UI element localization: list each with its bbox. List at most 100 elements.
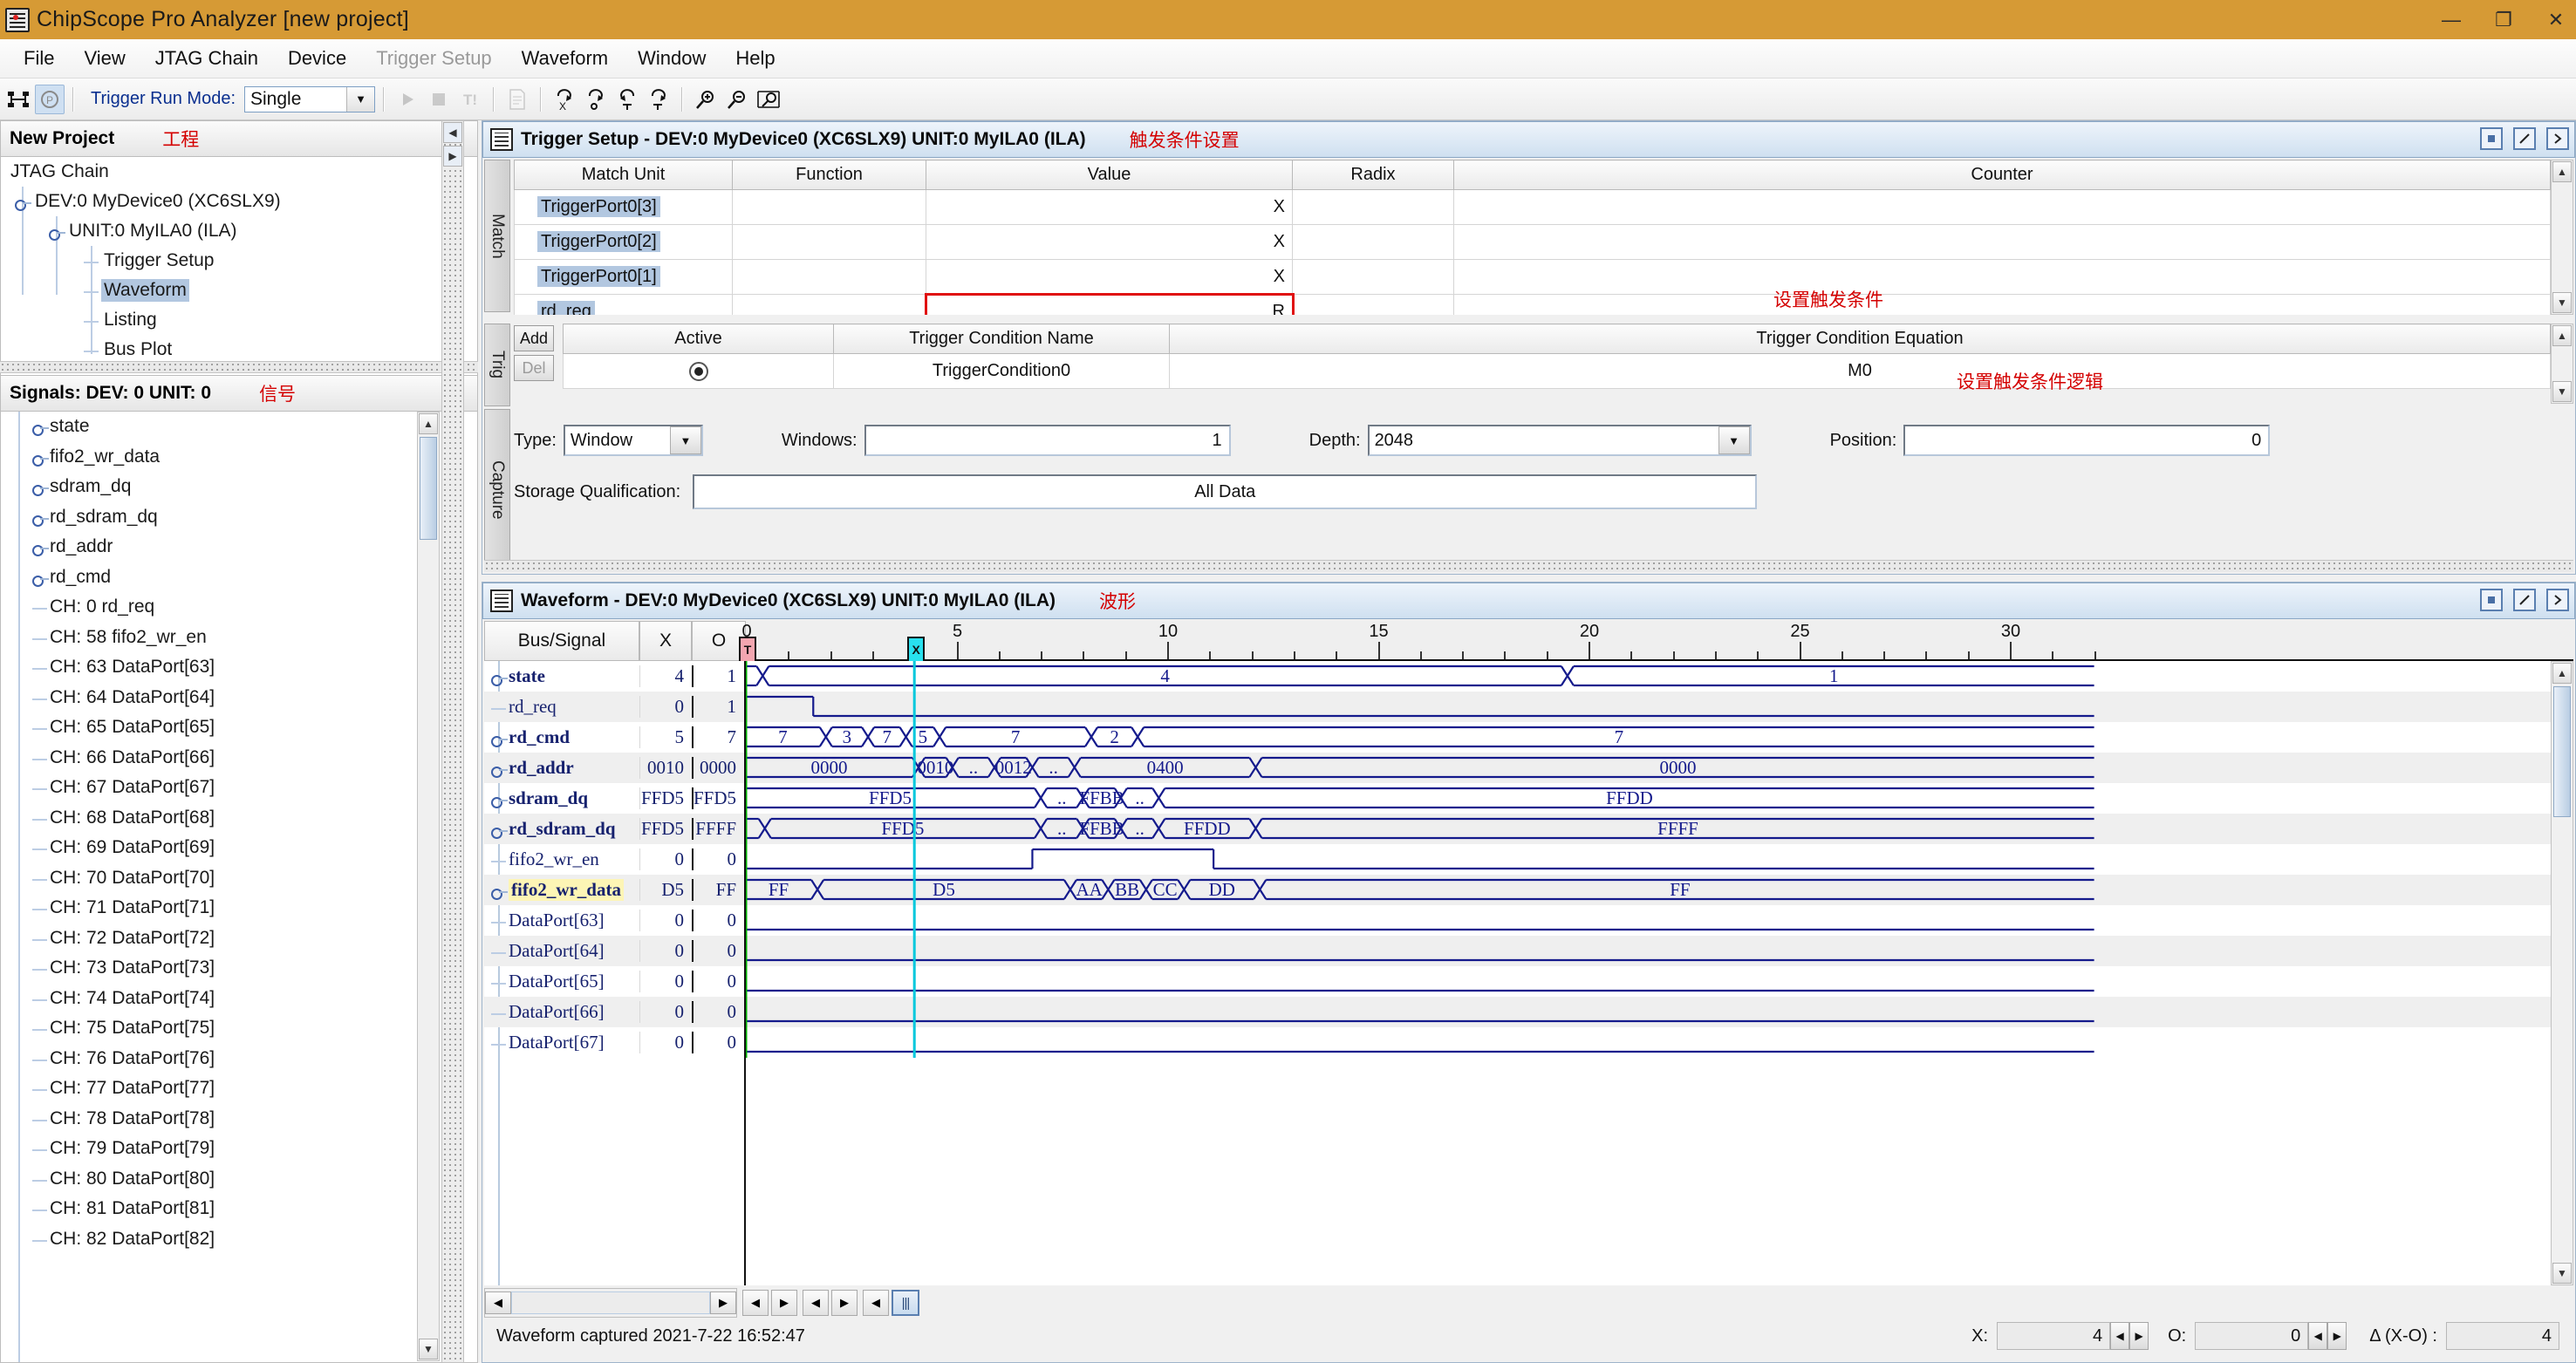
prev-marker-icon[interactable]: ◀ — [863, 1290, 889, 1316]
x-increment-icon[interactable]: ▶ — [2129, 1322, 2149, 1350]
tree-node-waveform[interactable]: Waveform — [1, 276, 477, 305]
run-icon[interactable] — [393, 85, 422, 114]
scroll-down-icon[interactable]: ▼ — [2552, 292, 2572, 313]
signals-list-item[interactable]: CH: 78 DataPort[78] — [1, 1104, 477, 1135]
menu-waveform[interactable]: Waveform — [507, 44, 623, 73]
resync-x-icon[interactable]: X — [550, 85, 579, 114]
next-sample-icon[interactable]: ▶ — [831, 1290, 858, 1316]
marker-bars-icon[interactable]: ||| — [892, 1290, 919, 1316]
project-tree[interactable]: JTAG Chain DEV:0 MyDevice0 (XC6SLX9) UNI… — [0, 157, 478, 375]
zoom-out-icon[interactable] — [722, 85, 752, 114]
tree-node-listing[interactable]: Listing — [1, 305, 477, 335]
signals-list-item[interactable]: state — [1, 412, 477, 442]
menu-window[interactable]: Window — [623, 44, 721, 73]
signals-list-item[interactable]: CH: 67 DataPort[67] — [1, 773, 477, 803]
expand-handle-icon[interactable] — [489, 881, 509, 900]
waveform-signal-row[interactable]: rd_addr00100000 — [484, 753, 744, 783]
trig-table-vscrollbar[interactable]: ▲ ▼ — [2551, 324, 2573, 404]
signals-list-item[interactable]: CH: 79 DataPort[79] — [1, 1134, 477, 1164]
radix-cell[interactable] — [1293, 260, 1454, 295]
match-unit-cell[interactable]: TriggerPort0[2] — [515, 225, 733, 260]
active-radio[interactable] — [689, 362, 708, 381]
depth-combo[interactable]: 2048 ▼ — [1368, 425, 1752, 456]
signals-vscrollbar[interactable]: ▲ ▼ — [417, 412, 440, 1361]
x-cursor-value[interactable]: 4 — [1997, 1322, 2110, 1350]
scroll-thumb[interactable] — [420, 437, 437, 540]
stop-icon[interactable] — [424, 85, 454, 114]
signals-list-item[interactable]: CH: 82 DataPort[82] — [1, 1224, 477, 1255]
x-cursor-spinner[interactable]: ◀ ▶ — [2110, 1322, 2149, 1350]
left-dock-edge-scroll[interactable]: ◀ ▶ — [441, 120, 464, 1363]
listing-icon[interactable] — [502, 85, 532, 114]
expand-handle-icon[interactable] — [489, 820, 509, 839]
signals-list-item[interactable]: fifo2_wr_data — [1, 442, 477, 473]
jtag-chain-icon[interactable] — [3, 85, 33, 114]
pause-icon[interactable]: P — [35, 85, 65, 114]
signals-list-item[interactable]: CH: 74 DataPort[74] — [1, 984, 477, 1014]
match-unit-cell[interactable]: TriggerPort0[3] — [515, 190, 733, 225]
expand-handle-icon[interactable] — [31, 537, 50, 556]
tab-trig[interactable]: Trig — [484, 324, 510, 406]
signals-list-item[interactable]: CH: 75 DataPort[75] — [1, 1013, 477, 1044]
signals-list-item[interactable]: CH: 0 rd_req — [1, 592, 477, 623]
zoom-fit-icon[interactable] — [754, 85, 783, 114]
resync-t-left-icon[interactable] — [612, 85, 642, 114]
signals-list-item[interactable]: CH: 81 DataPort[81] — [1, 1194, 477, 1224]
radix-cell[interactable] — [1293, 295, 1454, 316]
menu-jtag-chain[interactable]: JTAG Chain — [140, 44, 273, 73]
match-unit-cell[interactable]: TriggerPort0[1] — [515, 260, 733, 295]
trigger-panel-splitter[interactable] — [484, 560, 2573, 572]
prev-sample-icon[interactable]: ◀ — [803, 1290, 829, 1316]
counter-cell[interactable] — [1454, 225, 2551, 260]
prev-transition-icon[interactable]: ◀ — [742, 1290, 769, 1316]
left-dock-splitter[interactable] — [0, 361, 478, 373]
match-unit-cell[interactable]: rd_req — [515, 295, 733, 316]
radix-cell[interactable] — [1293, 225, 1454, 260]
function-cell[interactable] — [733, 190, 926, 225]
o-increment-icon[interactable]: ▶ — [2327, 1322, 2347, 1350]
storage-qualification-field[interactable]: All Data — [693, 474, 1757, 509]
tree-node-unit[interactable]: UNIT:0 MyILA0 (ILA) — [1, 216, 477, 246]
tree-node-trigger-setup[interactable]: Trigger Setup — [1, 246, 477, 276]
close-panel-icon[interactable] — [2546, 589, 2569, 611]
signals-list-item[interactable]: CH: 80 DataPort[80] — [1, 1164, 477, 1195]
tab-capture[interactable]: Capture — [484, 409, 510, 570]
table-row[interactable]: TriggerPort0[1] X — [515, 260, 2551, 295]
signals-list-item[interactable]: CH: 64 DataPort[64] — [1, 683, 477, 713]
function-cell[interactable] — [733, 295, 926, 316]
restore-down-icon[interactable] — [2480, 127, 2503, 150]
expand-handle-icon[interactable] — [31, 508, 50, 527]
time-ruler[interactable]: 051015202530TX — [746, 621, 2573, 661]
function-cell[interactable] — [733, 225, 926, 260]
value-cell[interactable]: X — [926, 260, 1293, 295]
counter-cell[interactable] — [1454, 295, 2551, 316]
chevron-down-icon[interactable]: ▼ — [670, 426, 701, 454]
scroll-thumb[interactable] — [2553, 686, 2571, 817]
x-cursor-marker[interactable]: X — [907, 637, 925, 663]
waveform-signal-row[interactable]: fifo2_wr_dataD5FF — [484, 875, 744, 905]
signals-list-item[interactable]: CH: 70 DataPort[70] — [1, 863, 477, 894]
expand-handle-icon[interactable] — [47, 221, 66, 241]
value-cell[interactable]: X — [926, 225, 1293, 260]
waveform-signal-row[interactable]: rd_req01 — [484, 692, 744, 722]
waveform-signal-row[interactable]: rd_sdram_dqFFD5FFFF — [484, 814, 744, 844]
signals-list-item[interactable]: CH: 68 DataPort[68] — [1, 803, 477, 834]
scroll-up-icon[interactable]: ▲ — [2552, 663, 2572, 684]
scroll-left-icon[interactable]: ◀ — [485, 1291, 511, 1314]
position-input[interactable]: 0 — [1903, 425, 2270, 456]
windows-input[interactable]: 1 — [864, 425, 1231, 456]
expand-handle-icon[interactable] — [489, 728, 509, 747]
tree-node-bus-plot[interactable]: Bus Plot — [1, 335, 477, 365]
menu-file[interactable]: File — [9, 44, 69, 73]
o-decrement-icon[interactable]: ◀ — [2308, 1322, 2327, 1350]
expand-handle-icon[interactable] — [489, 789, 509, 808]
next-transition-icon[interactable]: ▶ — [771, 1290, 797, 1316]
table-row[interactable]: rd_reqR — [515, 295, 2551, 316]
table-row[interactable]: TriggerCondition0 M0 — [564, 354, 2551, 389]
scroll-down-icon[interactable]: ▼ — [2552, 1263, 2572, 1284]
signals-list-item[interactable]: CH: 63 DataPort[63] — [1, 652, 477, 683]
capture-type-combo[interactable]: Window ▼ — [564, 425, 703, 456]
close-panel-icon[interactable] — [2546, 127, 2569, 150]
table-row[interactable]: TriggerPort0[2] X — [515, 225, 2551, 260]
signals-list-item[interactable]: CH: 72 DataPort[72] — [1, 923, 477, 954]
